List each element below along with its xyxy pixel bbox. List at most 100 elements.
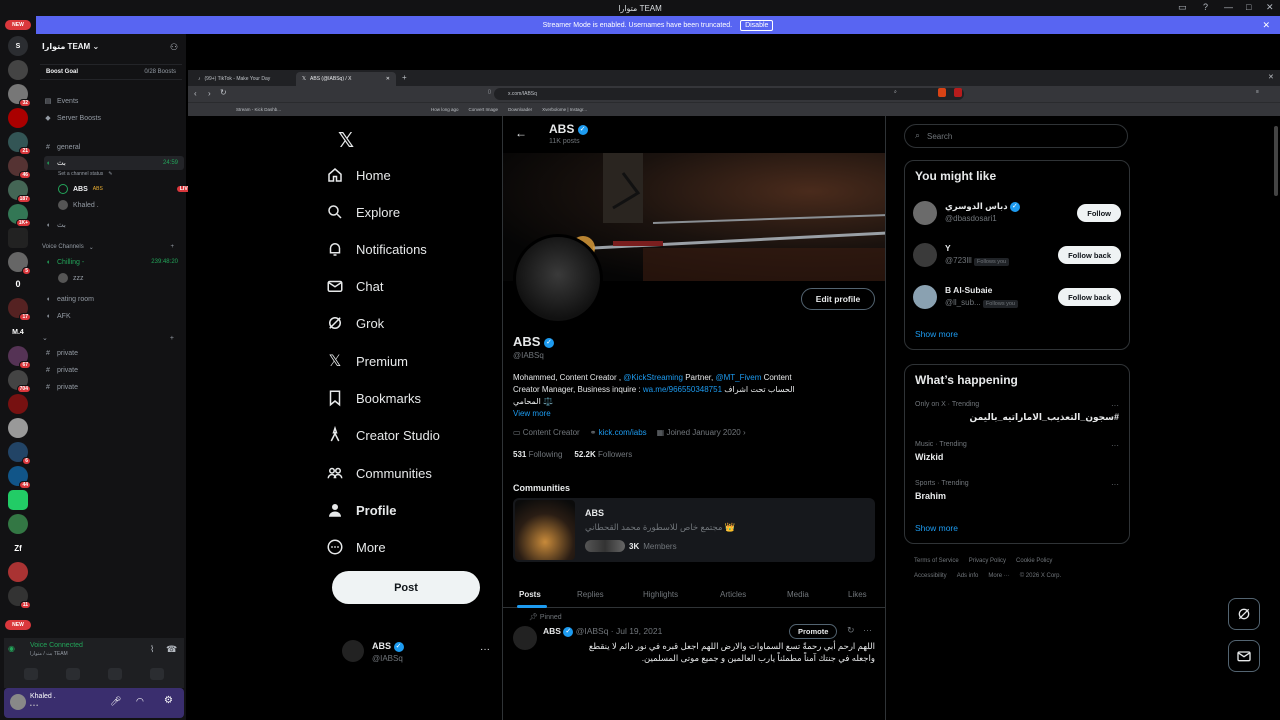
bio-whatsapp-link[interactable]: wa.me/966550348751 bbox=[643, 385, 722, 394]
server-icon[interactable]: 704 bbox=[8, 370, 31, 393]
settings-gear-icon[interactable]: ⚙ bbox=[164, 695, 173, 706]
suggestion-row[interactable]: Y @723lll Follows you Follow back bbox=[905, 241, 1129, 271]
trend-item[interactable]: Sports · Trending ··· Brahim bbox=[905, 480, 1129, 510]
server-zf[interactable]: Zf bbox=[8, 538, 28, 558]
server-icon[interactable]: 32 bbox=[8, 84, 31, 107]
footer-link[interactable]: Cookie Policy bbox=[1016, 558, 1052, 564]
tab-media[interactable]: Media bbox=[787, 590, 809, 599]
channel-general[interactable]: # general bbox=[44, 140, 184, 154]
menu-icon[interactable]: ≡ bbox=[1256, 89, 1259, 95]
profile-avatar[interactable] bbox=[513, 234, 603, 324]
nav-premium[interactable]: 𝕏 Premium bbox=[326, 346, 408, 376]
maximize-button[interactable]: □ bbox=[1246, 2, 1251, 12]
nav-more[interactable]: More bbox=[326, 532, 386, 562]
follow-back-button[interactable]: Follow back bbox=[1058, 246, 1121, 264]
server-icon[interactable] bbox=[8, 490, 28, 510]
nav-profile[interactable]: Profile bbox=[326, 495, 396, 525]
server-icon[interactable]: 11 bbox=[8, 586, 31, 609]
account-switcher[interactable]: ABS ✓ @IABSq ··· bbox=[338, 636, 498, 670]
server-icon[interactable]: 187 bbox=[8, 180, 31, 203]
follow-back-button[interactable]: Follow back bbox=[1058, 288, 1121, 306]
screen-share-button[interactable] bbox=[66, 668, 80, 680]
search-input[interactable]: ⌕ Search bbox=[904, 124, 1128, 148]
website-link[interactable]: kick.com/iabs bbox=[599, 428, 647, 437]
nav-notifications[interactable]: Notifications bbox=[326, 234, 427, 264]
server-icon[interactable] bbox=[8, 228, 28, 248]
reload-icon[interactable]: ↻ bbox=[220, 88, 227, 97]
nav-creator-studio[interactable]: Creator Studio bbox=[326, 420, 440, 450]
headphones-icon[interactable]: ◠ bbox=[136, 696, 144, 707]
server-name-header[interactable]: متوارا TEAM ⌄ bbox=[42, 42, 99, 51]
minimize-button[interactable]: — bbox=[1224, 2, 1233, 12]
private-category[interactable]: ⌄ + bbox=[42, 331, 182, 345]
footer-link[interactable]: Terms of Service bbox=[914, 558, 959, 564]
voice-user-khaled[interactable]: Khaled . bbox=[58, 198, 198, 212]
bookmark-item[interactable]: Convert Image bbox=[469, 107, 499, 112]
edit-profile-button[interactable]: Edit profile bbox=[801, 288, 875, 310]
tab-posts[interactable]: Posts bbox=[519, 590, 541, 599]
server-icon[interactable]: 6 bbox=[8, 442, 31, 465]
nav-grok[interactable]: Grok bbox=[326, 308, 384, 338]
messages-float-button[interactable] bbox=[1228, 640, 1260, 672]
server-icon[interactable] bbox=[8, 418, 28, 438]
close-tab-icon[interactable]: ✕ bbox=[386, 76, 390, 82]
footer-link[interactable]: Ads info bbox=[957, 573, 979, 579]
server-icon[interactable] bbox=[8, 562, 28, 582]
voice-user-abs[interactable]: ABS ABS LIVE bbox=[58, 182, 198, 196]
nav-chat[interactable]: Chat bbox=[326, 271, 383, 301]
bookmark-item[interactable]: Stream - Kick Dashb... bbox=[236, 107, 281, 112]
voice-channels-category[interactable]: Voice Channels ⌄ + bbox=[42, 240, 182, 254]
x-logo-icon[interactable]: 𝕏 bbox=[338, 128, 354, 153]
community-card[interactable]: ABS مجتمع خاص للاسطورة محمد القحطاني 👑 3… bbox=[513, 498, 875, 562]
tab-replies[interactable]: Replies bbox=[577, 590, 604, 599]
browser-tab[interactable]: ♪ (99+) TikTok - Make Your Day bbox=[192, 72, 294, 86]
noise-suppression-icon[interactable]: ⌇ bbox=[150, 644, 154, 655]
server-s[interactable]: S bbox=[8, 36, 28, 56]
events-item[interactable]: ▤ Events bbox=[44, 94, 184, 108]
bookmark-icon[interactable]: ▯ bbox=[488, 89, 491, 95]
extension-icon[interactable] bbox=[954, 88, 962, 97]
voice-user-zzz[interactable]: zzz bbox=[58, 271, 198, 285]
tab-likes[interactable]: Likes bbox=[848, 590, 867, 599]
boost-goal-bar[interactable]: Boost Goal 0/28 Boosts bbox=[40, 64, 182, 80]
browser-tab-active[interactable]: 𝕏 ABS (@IABSq) / X ✕ bbox=[296, 72, 396, 86]
channel-status[interactable]: Set a channel status ✎ bbox=[58, 167, 198, 181]
server-icon[interactable]: 21 bbox=[8, 132, 31, 155]
forward-icon[interactable]: › bbox=[208, 89, 211, 98]
footer-link[interactable]: Privacy Policy bbox=[969, 558, 1006, 564]
camera-button[interactable] bbox=[24, 668, 38, 680]
server-icon[interactable] bbox=[8, 394, 28, 414]
more-dots-icon[interactable]: ··· bbox=[863, 625, 872, 635]
more-dots-icon[interactable]: ··· bbox=[1111, 441, 1119, 450]
nav-communities[interactable]: Communities bbox=[326, 458, 432, 488]
back-arrow-icon[interactable]: ← bbox=[515, 126, 527, 140]
server-boosts-item[interactable]: ◆ Server Boosts bbox=[44, 111, 184, 125]
disconnect-icon[interactable]: ☎ bbox=[166, 644, 177, 655]
disable-streamer-button[interactable]: Disable bbox=[740, 19, 774, 31]
suggestion-row[interactable]: دباس الدوسري ✓ @dbasdosari1 Follow bbox=[905, 199, 1129, 229]
inbox-icon[interactable]: ▭ bbox=[1178, 2, 1187, 13]
show-more-link[interactable]: Show more bbox=[915, 523, 958, 533]
nav-explore[interactable]: Explore bbox=[326, 197, 400, 227]
channel-eating-room[interactable]: ◖ eating room bbox=[44, 292, 184, 306]
analytics-icon[interactable]: ↻ bbox=[847, 625, 855, 636]
website-item[interactable]: ⚭ kick.com/iabs bbox=[590, 428, 647, 437]
promote-button[interactable]: Promote bbox=[789, 624, 838, 639]
tab-highlights[interactable]: Highlights bbox=[643, 590, 678, 599]
more-dots-icon[interactable]: ··· bbox=[1111, 401, 1119, 410]
followers-stat[interactable]: 52.2K Followers bbox=[574, 450, 632, 459]
follow-button[interactable]: Follow bbox=[1077, 204, 1121, 222]
tab-articles[interactable]: Articles bbox=[720, 590, 746, 599]
server-icon[interactable] bbox=[8, 60, 28, 80]
microphone-icon[interactable]: 🎤︎ bbox=[110, 696, 121, 707]
soundboard-button[interactable] bbox=[150, 668, 164, 680]
bookmark-item[interactable]: How long ago bbox=[431, 107, 459, 112]
avatar[interactable] bbox=[513, 626, 537, 650]
server-icon[interactable]: 67 bbox=[8, 346, 31, 369]
grok-float-button[interactable] bbox=[1228, 598, 1260, 630]
close-window-button[interactable]: ✕ bbox=[1266, 2, 1274, 13]
avatar[interactable] bbox=[10, 694, 26, 710]
nav-bookmarks[interactable]: Bookmarks bbox=[326, 383, 421, 413]
add-member-icon[interactable]: ⚇ bbox=[170, 42, 178, 53]
help-icon[interactable]: ? bbox=[1203, 2, 1208, 12]
